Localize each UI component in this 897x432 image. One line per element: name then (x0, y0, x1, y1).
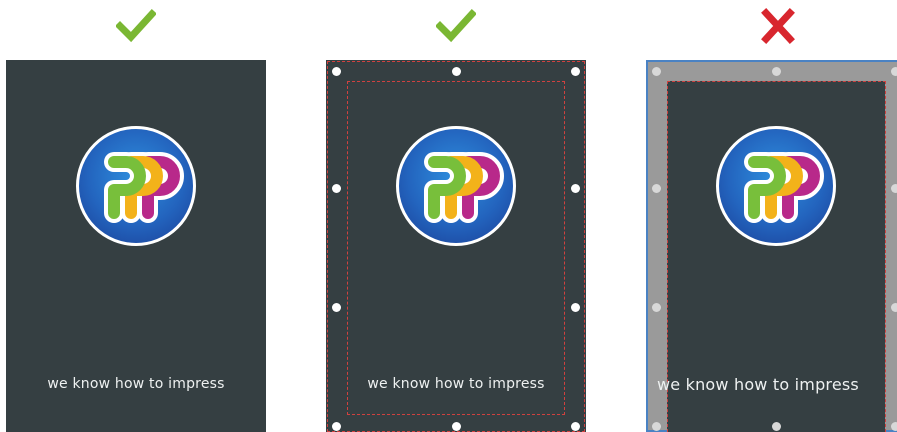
check-icon (436, 9, 476, 43)
crop-marker (890, 302, 897, 312)
tagline: we know how to impress (657, 375, 859, 394)
crop-marker (570, 421, 580, 431)
example-panel-wrong-frame: we know how to impress (646, 0, 897, 432)
crop-marker (570, 302, 580, 312)
tagline: we know how to impress (367, 376, 545, 392)
crop-marker (570, 183, 580, 193)
crop-marker (651, 183, 661, 193)
ppp-logo-icon (716, 126, 836, 246)
cross-icon (761, 8, 795, 44)
example-panel-plain: we know how to impress (6, 0, 266, 432)
ppp-logo-icon (76, 126, 196, 246)
crop-marker (651, 302, 661, 312)
crop-marker (890, 183, 897, 193)
crop-marker (651, 66, 661, 76)
crop-marker (331, 421, 341, 431)
crop-marker (771, 421, 781, 431)
crop-marker (771, 66, 781, 76)
crop-marker (570, 66, 580, 76)
crop-marker (451, 421, 461, 431)
crop-marker (331, 183, 341, 193)
tagline: we know how to impress (47, 376, 225, 392)
example-panel-bleed-safe: we know how to impress (326, 0, 586, 432)
crop-marker (890, 66, 897, 76)
crop-marker (890, 421, 897, 431)
crop-marker (331, 302, 341, 312)
ppp-logo-icon (396, 126, 516, 246)
crop-marker (331, 66, 341, 76)
crop-marker (651, 421, 661, 431)
crop-marker (451, 66, 461, 76)
check-icon (116, 9, 156, 43)
